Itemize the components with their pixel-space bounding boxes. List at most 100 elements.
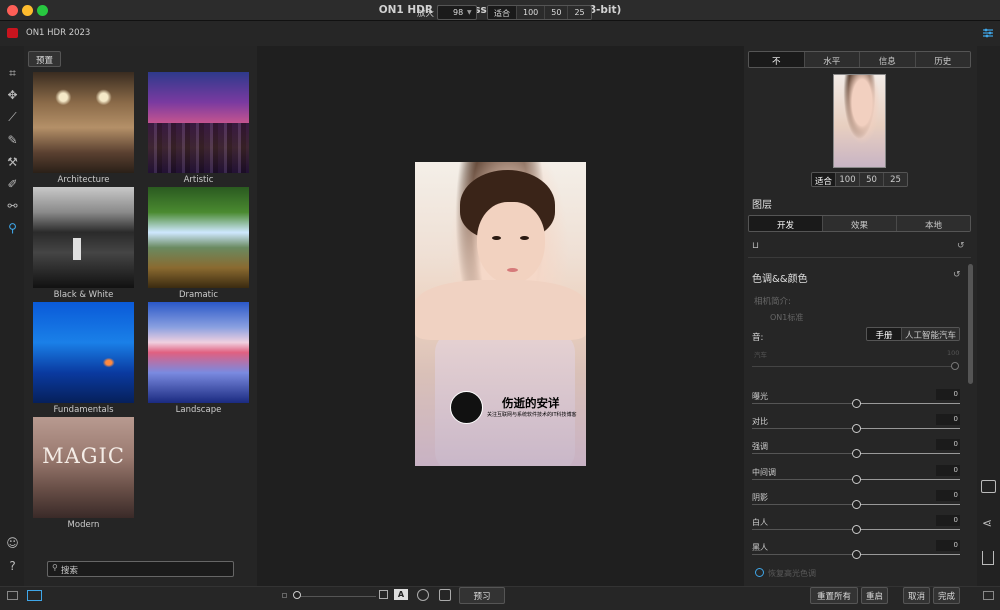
tab-local[interactable]: 本地 bbox=[897, 216, 970, 231]
preset-label: Black & White bbox=[53, 290, 114, 300]
panel-toggle-icon[interactable]: ⊔ bbox=[752, 241, 759, 251]
slider-contrast[interactable]: 对比 0 bbox=[752, 414, 962, 440]
tab-level[interactable]: 水平 bbox=[804, 52, 860, 67]
section-reset-icon[interactable]: ↺ bbox=[953, 270, 961, 280]
eyedropper-icon[interactable]: ⚯ bbox=[5, 199, 20, 214]
brush-icon[interactable]: ⟋ bbox=[5, 110, 20, 125]
right-panel-scrollbar[interactable] bbox=[968, 264, 973, 384]
right-icon-strip: ⋖ bbox=[977, 46, 1000, 586]
move-icon[interactable]: ✥ bbox=[5, 88, 20, 103]
cancel-button[interactable]: 取消 bbox=[903, 587, 930, 604]
tab-history[interactable]: 历史 bbox=[915, 52, 970, 67]
zoom-tool-icon[interactable]: ⚲ bbox=[5, 221, 20, 236]
crop-icon[interactable]: ⌗ bbox=[5, 66, 20, 81]
preset-label: Dramatic bbox=[178, 290, 219, 300]
slider-knob[interactable] bbox=[852, 424, 861, 433]
preview-button[interactable]: 预习 bbox=[459, 587, 505, 604]
slider-knob[interactable] bbox=[852, 449, 861, 458]
reset-icon[interactable]: ↺ bbox=[957, 241, 965, 251]
auto-slider-track[interactable] bbox=[752, 366, 958, 367]
share-icon[interactable]: ⋖ bbox=[982, 516, 992, 530]
left-panel-toggle-icon[interactable] bbox=[7, 591, 18, 600]
preset-label: Architecture bbox=[57, 175, 110, 185]
preset-thumb-dramatic[interactable] bbox=[148, 187, 249, 288]
done-button[interactable]: 完成 bbox=[933, 587, 960, 604]
zoom-fit-group: 适合 100 50 25 bbox=[487, 5, 592, 20]
preset-thumb-black-white[interactable] bbox=[33, 187, 134, 288]
slider-whites[interactable]: 白人 0 bbox=[752, 515, 962, 541]
slider-knob[interactable] bbox=[852, 525, 861, 534]
slider-blacks[interactable]: 黑人 0 bbox=[752, 540, 962, 566]
tab-none[interactable]: 不 bbox=[749, 52, 805, 67]
slider-highlights[interactable]: 强调 0 bbox=[752, 439, 962, 465]
tool-strip: ⌗ ✥ ⟋ ✎ ⚒ ✐ ⚯ ⚲ ☺ ? bbox=[0, 46, 24, 586]
tone-mode-group: 手册 人工智能汽车 bbox=[866, 327, 960, 341]
preset-thumb-modern[interactable]: MAGIC bbox=[33, 417, 134, 518]
slider-exposure[interactable]: 曝光 0 bbox=[752, 389, 962, 415]
reset-button[interactable]: 重启 bbox=[861, 587, 888, 604]
user-icon[interactable]: ☺ bbox=[5, 536, 20, 551]
zoom-label: 放大 bbox=[417, 9, 435, 19]
slider-knob[interactable] bbox=[852, 399, 861, 408]
slider-knob[interactable] bbox=[852, 550, 861, 559]
slider-knob[interactable] bbox=[852, 500, 861, 509]
app-logo-icon bbox=[7, 28, 18, 38]
thumb-size-slider[interactable] bbox=[296, 596, 376, 597]
compare-icon[interactable] bbox=[439, 589, 451, 601]
recover-highlights-checkbox[interactable] bbox=[755, 568, 764, 577]
small-thumb-icon bbox=[282, 593, 287, 598]
slider-shadows[interactable]: 阴影 0 bbox=[752, 490, 962, 516]
preset-thumb-artistic[interactable] bbox=[148, 72, 249, 173]
preset-thumb-landscape[interactable] bbox=[148, 302, 249, 403]
auto-slider-knob[interactable] bbox=[951, 362, 959, 370]
tone-manual-button[interactable]: 手册 bbox=[867, 328, 903, 340]
retouch-icon[interactable]: ✎ bbox=[5, 133, 20, 148]
nav-zoom-50-button[interactable]: 50 bbox=[860, 173, 884, 186]
camera-profile-value[interactable]: ON1标准 bbox=[770, 312, 803, 323]
large-thumb-icon bbox=[379, 590, 388, 599]
view-mode-icon[interactable] bbox=[27, 590, 42, 601]
right-panel-toggle-icon[interactable] bbox=[983, 591, 994, 600]
tab-effects[interactable]: 效果 bbox=[823, 216, 897, 231]
zoom-50-button[interactable]: 50 bbox=[545, 6, 569, 19]
recover-highlights-label: 恢复高光色调 bbox=[768, 569, 816, 578]
watermark-logo bbox=[450, 391, 483, 424]
mask-view-icon[interactable] bbox=[417, 589, 429, 601]
nav-fit-button[interactable]: 适合 bbox=[812, 173, 836, 186]
help-icon[interactable]: ? bbox=[5, 559, 20, 574]
info-tabs: 不 水平 信息 历史 bbox=[748, 51, 971, 68]
thumb-size-knob[interactable] bbox=[293, 591, 301, 599]
tab-info[interactable]: 信息 bbox=[860, 52, 916, 67]
chevron-down-icon[interactable]: ▼ bbox=[467, 9, 472, 16]
reset-all-button[interactable]: 重置所有 bbox=[810, 587, 858, 604]
zoom-100-button[interactable]: 100 bbox=[517, 6, 546, 19]
preset-thumb-architecture[interactable] bbox=[33, 72, 134, 173]
slider-knob[interactable] bbox=[852, 475, 861, 484]
navigator-thumbnail[interactable] bbox=[833, 74, 886, 168]
app-toolbar: ON1 HDR 2023 bbox=[0, 21, 1000, 46]
zoom-25-button[interactable]: 25 bbox=[568, 6, 591, 19]
export-icon[interactable] bbox=[982, 551, 994, 565]
print-icon[interactable] bbox=[981, 480, 996, 493]
camera-profile-label: 相机简介: bbox=[754, 297, 791, 307]
sliders-icon[interactable] bbox=[982, 27, 994, 39]
search-icon: ⚲ bbox=[52, 563, 58, 572]
preset-label: Modern bbox=[67, 520, 100, 530]
preset-thumb-fundamentals[interactable] bbox=[33, 302, 134, 403]
nav-zoom-25-button[interactable]: 25 bbox=[884, 173, 907, 186]
app-name: ON1 HDR 2023 bbox=[26, 28, 91, 38]
text-overlay-icon[interactable]: A bbox=[394, 589, 408, 600]
presets-tab[interactable]: 预置 bbox=[28, 51, 62, 67]
nav-zoom-100-button[interactable]: 100 bbox=[836, 173, 860, 186]
main-photo[interactable] bbox=[415, 162, 586, 466]
slider-midtones[interactable]: 中间调 0 bbox=[752, 465, 962, 491]
tone-color-title: 色调&&颜色 bbox=[752, 274, 808, 285]
clone-icon[interactable]: ⚒ bbox=[5, 155, 20, 170]
watermark-subtitle: 关注互联网与系统软件技术的IT科技博客 bbox=[487, 412, 577, 418]
tone-ai-auto-button[interactable]: 人工智能汽车 bbox=[902, 328, 959, 340]
tab-develop[interactable]: 开发 bbox=[749, 216, 823, 231]
preset-search-input[interactable]: 搜索 bbox=[47, 561, 234, 577]
masking-icon[interactable]: ✐ bbox=[5, 177, 20, 192]
preset-label: Artistic bbox=[183, 175, 214, 185]
fit-button[interactable]: 适合 bbox=[488, 6, 517, 19]
